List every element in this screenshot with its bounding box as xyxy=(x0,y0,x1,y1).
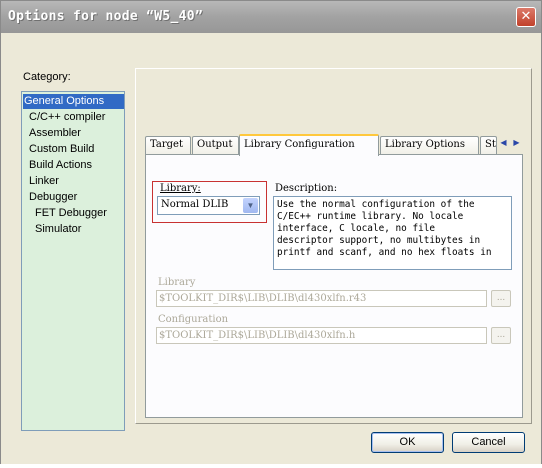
library-select-value: Normal DLIB xyxy=(161,199,229,210)
category-item-c-cpp-compiler[interactable]: C/C++ compiler xyxy=(29,110,105,125)
triangle-left-icon[interactable]: ◀ xyxy=(497,136,510,149)
category-item-build-actions[interactable]: Build Actions xyxy=(29,158,92,173)
category-item-general-options[interactable]: General Options xyxy=(23,94,124,109)
library-file-label: Library xyxy=(158,277,196,288)
cancel-button[interactable]: Cancel xyxy=(452,432,525,453)
triangle-right-icon[interactable]: ▶ xyxy=(510,136,523,149)
category-list[interactable]: General Options C/C++ compiler Assembler… xyxy=(21,91,125,431)
options-dialog: Options for node “W5_40” ✕ Category: Gen… xyxy=(0,0,542,468)
category-item-simulator[interactable]: Simulator xyxy=(35,222,81,237)
library-file-browse-button: ... xyxy=(491,290,511,307)
tab-library-options[interactable]: Library Options xyxy=(380,136,479,154)
library-select[interactable]: Normal DLIB ▼ xyxy=(157,196,260,215)
configuration-file-label: Configuration xyxy=(158,314,229,325)
category-item-assembler[interactable]: Assembler xyxy=(29,126,81,141)
category-item-fet-debugger[interactable]: FET Debugger xyxy=(35,206,107,221)
chevron-down-icon[interactable]: ▼ xyxy=(243,198,258,213)
ok-button[interactable]: OK xyxy=(371,432,444,453)
background-strip xyxy=(0,464,542,468)
window-title: Options for node “W5_40” xyxy=(8,9,204,24)
category-item-linker[interactable]: Linker xyxy=(29,174,59,189)
tab-stack-heap[interactable]: St xyxy=(480,136,497,154)
category-item-debugger[interactable]: Debugger xyxy=(29,190,77,205)
category-label: Category: xyxy=(23,71,71,83)
category-item-custom-build[interactable]: Custom Build xyxy=(29,142,94,157)
library-label: Library: xyxy=(160,183,201,194)
tab-scroll-buttons: ◀ ▶ xyxy=(497,136,525,150)
tab-target[interactable]: Target xyxy=(145,136,191,154)
description-text: Use the normal configuration of the C/EC… xyxy=(273,196,512,270)
close-icon[interactable]: ✕ xyxy=(516,7,536,27)
configuration-file-field: $TOOLKIT_DIR$\LIB\DLIB\dl430xlfn.h xyxy=(156,327,487,344)
library-file-field: $TOOLKIT_DIR$\LIB\DLIB\dl430xlfn.r43 xyxy=(156,290,487,307)
description-label: Description: xyxy=(275,183,338,194)
tab-library-configuration[interactable]: Library Configuration xyxy=(239,134,379,156)
configuration-file-browse-button: ... xyxy=(491,327,511,344)
tab-output[interactable]: Output xyxy=(192,136,239,154)
title-bar[interactable]: Options for node “W5_40” ✕ xyxy=(1,1,541,33)
